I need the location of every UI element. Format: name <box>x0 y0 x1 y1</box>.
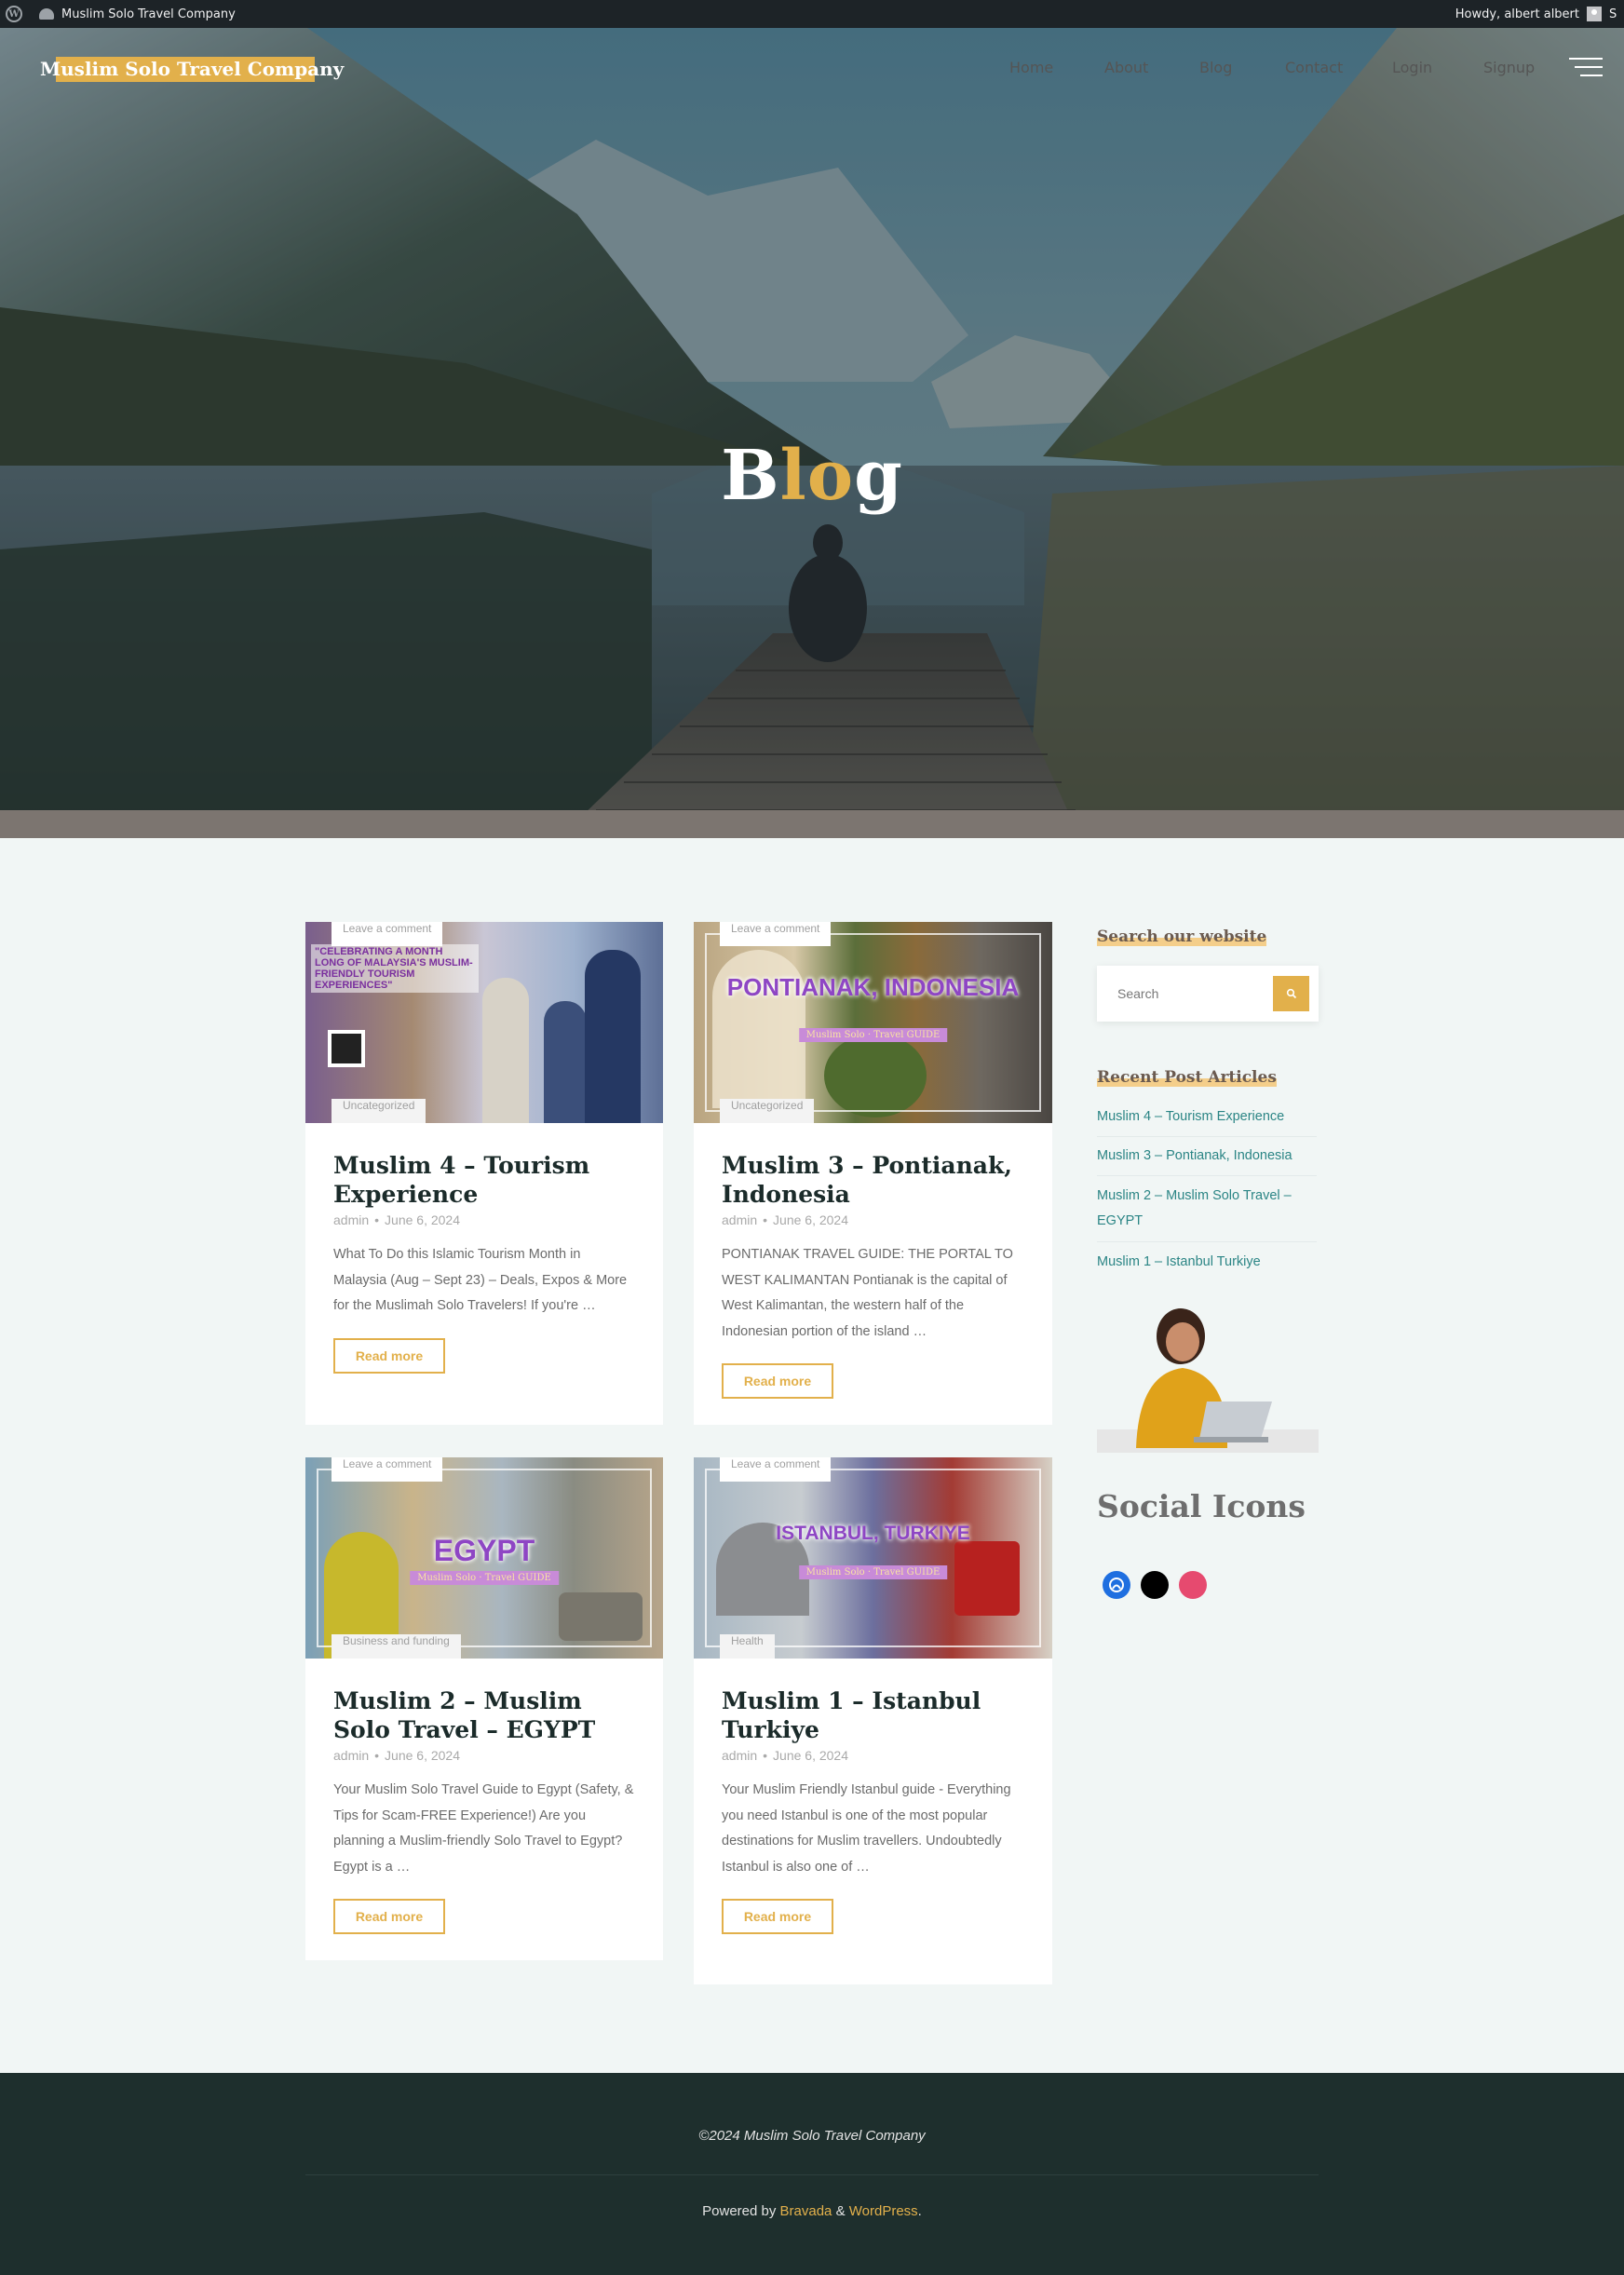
qr-code-icon <box>328 1030 365 1067</box>
read-more-button[interactable]: Read more <box>722 1363 833 1399</box>
dribbble-icon[interactable] <box>1179 1571 1207 1599</box>
read-more-button[interactable]: Read more <box>333 1337 445 1374</box>
post-date[interactable]: June 6, 2024 <box>773 1212 848 1227</box>
admin-bar-search-icon[interactable]: S <box>1609 7 1618 21</box>
nav-home[interactable]: Home <box>1009 59 1053 76</box>
theme-link[interactable]: Bravada <box>780 2203 832 2219</box>
leave-comment-link[interactable]: Leave a comment <box>720 922 832 946</box>
powered-by: Powered by Bravada & WordPress. <box>702 2203 922 2219</box>
post-author[interactable]: admin <box>333 1212 369 1227</box>
post-image-caption: PONTIANAK, INDONESIA <box>726 973 1020 1001</box>
nav-signup[interactable]: Signup <box>1483 59 1535 76</box>
search-icon <box>1286 988 1296 999</box>
post-category[interactable]: Uncategorized <box>720 1099 815 1123</box>
post-image-subcaption: Muslim Solo · Travel GUIDE <box>410 1571 559 1585</box>
site-logo-text: Muslim Solo Travel Company <box>40 58 345 80</box>
search-form <box>1097 966 1319 1022</box>
post-excerpt: Your Muslim Friendly Istanbul guide - Ev… <box>722 1782 1011 1875</box>
leave-comment-link[interactable]: Leave a comment <box>332 1457 443 1482</box>
nav-blog[interactable]: Blog <box>1199 59 1232 76</box>
woman-with-laptop-image <box>1097 1308 1319 1453</box>
hero-landscape-image <box>0 28 1624 838</box>
post-category[interactable]: Uncategorized <box>332 1099 426 1123</box>
post-title[interactable]: Muslim 2 – Muslim Solo Travel – EGYPT <box>333 1686 635 1744</box>
post-title[interactable]: Muslim 1 – Istanbul Turkiye <box>722 1686 1024 1744</box>
x-icon[interactable] <box>1141 1571 1169 1599</box>
post-excerpt: What To Do this Islamic Tourism Month in… <box>333 1247 628 1313</box>
post-image-caption: EGYPT <box>433 1534 535 1567</box>
post-meta: admin • June 6, 2024 <box>333 1212 461 1227</box>
xbox-icon[interactable] <box>1103 1571 1130 1599</box>
copyright-text: ©2024 Muslim Solo Travel Company <box>698 2128 926 2144</box>
recent-post-link[interactable]: Muslim 3 – Pontianak, Indonesia <box>1097 1144 1317 1169</box>
post-author[interactable]: admin <box>333 1748 369 1763</box>
post-category[interactable]: Health <box>720 1634 775 1659</box>
post-title[interactable]: Muslim 4 – Tourism Experience <box>333 1151 635 1209</box>
post-author[interactable]: admin <box>722 1212 757 1227</box>
page-title: Blog <box>721 436 903 516</box>
post-date[interactable]: June 6, 2024 <box>385 1748 460 1763</box>
post-thumbnail[interactable]: EGYPT Muslim Solo · Travel GUIDE Leave a… <box>305 1457 663 1659</box>
post-card: ISTANBUL, TURKIYE Muslim Solo · Travel G… <box>694 1457 1052 1984</box>
site-footer: ©2024 Muslim Solo Travel Company Powered… <box>0 2073 1624 2275</box>
post-card: "CELEBRATING A MONTH LONG OF MALAYSIA'S … <box>305 922 663 1425</box>
post-category[interactable]: Business and funding <box>332 1634 461 1659</box>
post-date[interactable]: June 6, 2024 <box>385 1212 460 1227</box>
user-avatar-icon <box>1587 7 1602 21</box>
recent-post-link[interactable]: Muslim 1 – Istanbul Turkiye <box>1097 1250 1317 1275</box>
admin-bar-site-link[interactable]: Muslim Solo Travel Company <box>28 7 245 21</box>
post-excerpt: PONTIANAK TRAVEL GUIDE: THE PORTAL TO WE… <box>722 1247 1013 1339</box>
search-widget-title: Search our website <box>1097 928 1267 946</box>
post-image-caption: "CELEBRATING A MONTH LONG OF MALAYSIA'S … <box>311 944 479 993</box>
admin-bar-account[interactable]: Howdy, albert albert S <box>1455 7 1624 21</box>
social-widget-title: Social Icons <box>1097 1488 1306 1524</box>
read-more-button[interactable]: Read more <box>333 1899 445 1934</box>
leave-comment-link[interactable]: Leave a comment <box>332 922 443 946</box>
post-image-caption: ISTANBUL, TURKIYE <box>776 1523 970 1544</box>
wordpress-logo-icon[interactable]: W <box>0 0 28 28</box>
menu-hamburger-icon[interactable] <box>1569 58 1603 80</box>
post-thumbnail[interactable]: PONTIANAK, INDONESIA Muslim Solo · Trave… <box>694 922 1052 1123</box>
nav-about[interactable]: About <box>1104 59 1148 76</box>
leave-comment-link[interactable]: Leave a comment <box>720 1457 832 1482</box>
post-meta: admin • June 6, 2024 <box>722 1212 849 1227</box>
recent-post-link[interactable]: Muslim 2 – Muslim Solo Travel – EGYPT <box>1097 1184 1317 1234</box>
recent-post-link[interactable]: Muslim 4 – Tourism Experience <box>1097 1104 1317 1130</box>
person-figure <box>544 1001 587 1123</box>
nav-contact[interactable]: Contact <box>1285 59 1343 76</box>
site-logo[interactable]: Muslim Solo Travel Company <box>40 56 344 82</box>
post-card: EGYPT Muslim Solo · Travel GUIDE Leave a… <box>305 1457 663 1960</box>
post-thumbnail[interactable]: ISTANBUL, TURKIYE Muslim Solo · Travel G… <box>694 1457 1052 1659</box>
person-figure <box>585 950 641 1123</box>
post-excerpt: Your Muslim Solo Travel Guide to Egypt (… <box>333 1782 634 1875</box>
search-input[interactable] <box>1097 966 1270 1022</box>
post-meta: admin • June 6, 2024 <box>722 1748 849 1763</box>
recent-posts-widget-title: Recent Post Articles <box>1097 1068 1277 1087</box>
post-title[interactable]: Muslim 3 – Pontianak, Indonesia <box>722 1151 1024 1209</box>
admin-bar-site-name: Muslim Solo Travel Company <box>61 7 236 21</box>
search-button[interactable] <box>1273 976 1309 1011</box>
post-card: PONTIANAK, INDONESIA Muslim Solo · Trave… <box>694 922 1052 1425</box>
post-author[interactable]: admin <box>722 1748 757 1763</box>
dashboard-icon <box>39 8 54 20</box>
read-more-button[interactable]: Read more <box>722 1899 833 1934</box>
admin-bar: W Muslim Solo Travel Company Howdy, albe… <box>0 0 1624 28</box>
post-meta: admin • June 6, 2024 <box>333 1748 461 1763</box>
post-image-subcaption: Muslim Solo · Travel GUIDE <box>798 1028 948 1042</box>
hero-bottom-strip <box>0 810 1624 838</box>
admin-bar-greeting: Howdy, albert albert <box>1455 7 1579 21</box>
wordpress-link[interactable]: WordPress <box>849 2203 918 2219</box>
nav-login[interactable]: Login <box>1392 59 1432 76</box>
post-thumbnail[interactable]: "CELEBRATING A MONTH LONG OF MALAYSIA'S … <box>305 922 663 1123</box>
person-figure <box>482 978 529 1123</box>
post-date[interactable]: June 6, 2024 <box>773 1748 848 1763</box>
post-image-subcaption: Muslim Solo · Travel GUIDE <box>798 1565 948 1579</box>
hero-banner: Muslim Solo Travel Company Home About Bl… <box>0 28 1624 838</box>
